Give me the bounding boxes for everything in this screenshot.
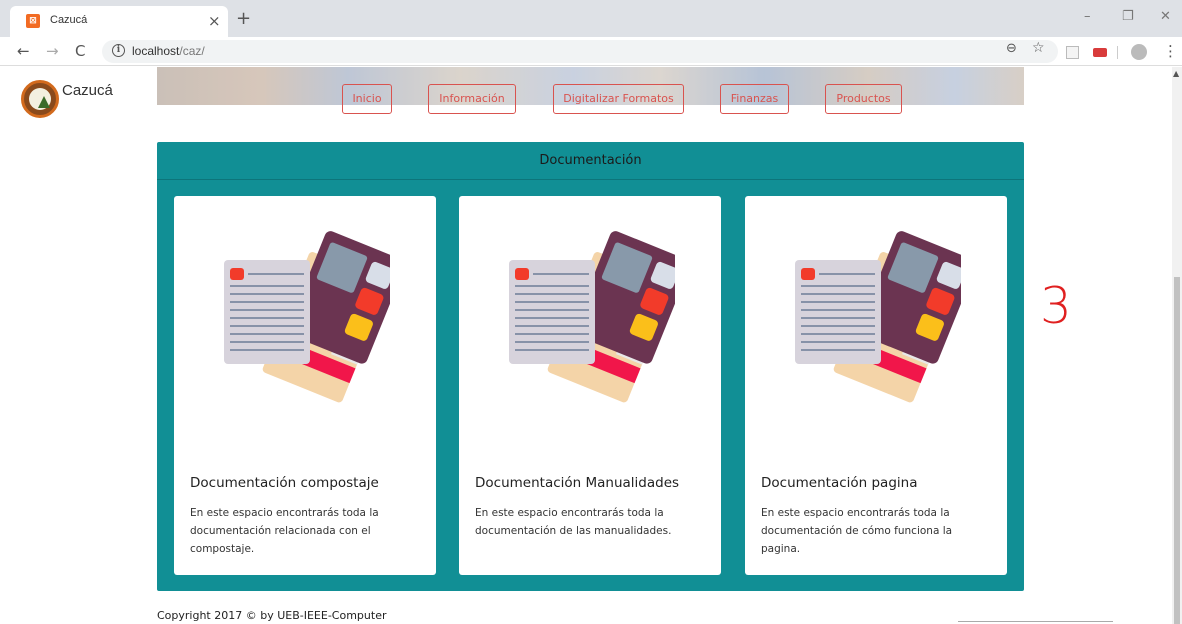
- handwritten-annotation: 3: [1040, 277, 1072, 335]
- bookmark-star-icon[interactable]: ☆: [1032, 40, 1045, 56]
- reload-icon[interactable]: C: [75, 42, 85, 60]
- copyright-text: Copyright 2017 © by UEB-IEEE-Computer: [157, 609, 387, 622]
- info-icon[interactable]: i: [112, 44, 125, 57]
- nav-digitalizar-formatos[interactable]: Digitalizar Formatos: [553, 84, 684, 114]
- browser-menu-icon[interactable]: ⋮: [1163, 42, 1178, 60]
- extension-red-icon[interactable]: [1093, 48, 1107, 57]
- url-host: localhost: [132, 44, 180, 58]
- restore-icon[interactable]: ❐: [1122, 9, 1134, 24]
- card-manualidades[interactable]: Documentación Manualidades En este espac…: [459, 196, 721, 575]
- documents-illustration-icon: [224, 231, 390, 403]
- tab-strip: ⊠ Cazucá × + – ❐ ✕: [0, 0, 1182, 37]
- page-scrollbar[interactable]: ▲: [1172, 67, 1182, 624]
- url-field[interactable]: i localhost/caz/: [102, 40, 1058, 63]
- scroll-up-arrow-icon[interactable]: ▲: [1173, 69, 1179, 78]
- documents-illustration-icon: [509, 231, 675, 403]
- card-title[interactable]: Documentación compostaje: [190, 475, 379, 491]
- card-text: En este espacio encontrarás toda la docu…: [761, 507, 953, 555]
- card-text: En este espacio encontrarás toda la docu…: [190, 507, 379, 555]
- footer-divider: [958, 621, 1113, 622]
- card-pagina[interactable]: Documentación pagina En este espacio enc…: [745, 196, 1007, 575]
- card-text: En este espacio encontrarás toda la docu…: [475, 507, 672, 537]
- url-path: /caz/: [179, 44, 205, 58]
- documentation-panel: Documentación Documentación compostaje E…: [157, 142, 1024, 591]
- nav-finanzas[interactable]: Finanzas: [720, 84, 789, 114]
- minimize-icon[interactable]: –: [1084, 9, 1091, 24]
- nav-inicio[interactable]: Inicio: [342, 84, 392, 114]
- nav-informacion[interactable]: Información: [428, 84, 516, 114]
- documents-illustration-icon: [795, 231, 961, 403]
- profile-avatar-icon[interactable]: [1131, 44, 1147, 60]
- tab-title: Cazucá: [50, 14, 88, 26]
- back-icon[interactable]: ←: [17, 42, 30, 60]
- toolbar-divider: [1117, 46, 1118, 59]
- forward-icon[interactable]: →: [46, 42, 59, 60]
- scrollbar-thumb[interactable]: [1174, 277, 1180, 624]
- close-window-icon[interactable]: ✕: [1160, 9, 1171, 24]
- url-text: localhost/caz/: [132, 44, 205, 58]
- nav-productos[interactable]: Productos: [825, 84, 902, 114]
- address-bar: ← → C i localhost/caz/ ⊖ ☆ ⋮: [0, 37, 1182, 66]
- card-compostaje[interactable]: Documentación compostaje En este espacio…: [174, 196, 436, 575]
- logo-icon[interactable]: [21, 80, 59, 118]
- browser-tab[interactable]: ⊠ Cazucá ×: [10, 6, 228, 37]
- logo-tree-icon: [38, 96, 50, 108]
- card-title[interactable]: Documentación Manualidades: [475, 475, 679, 491]
- page-content: Cazucá Inicio Información Digitalizar Fo…: [0, 67, 1172, 624]
- logo-inner: [29, 88, 51, 110]
- zoom-icon[interactable]: ⊖: [1006, 41, 1017, 56]
- brand-name[interactable]: Cazucá: [62, 82, 113, 99]
- card-title[interactable]: Documentación pagina: [761, 475, 917, 491]
- favicon-icon: ⊠: [26, 14, 40, 28]
- new-tab-icon[interactable]: +: [236, 8, 251, 29]
- tab-close-icon[interactable]: ×: [208, 12, 221, 30]
- documentation-heading: Documentación: [157, 142, 1024, 180]
- extension-icon[interactable]: [1066, 46, 1079, 59]
